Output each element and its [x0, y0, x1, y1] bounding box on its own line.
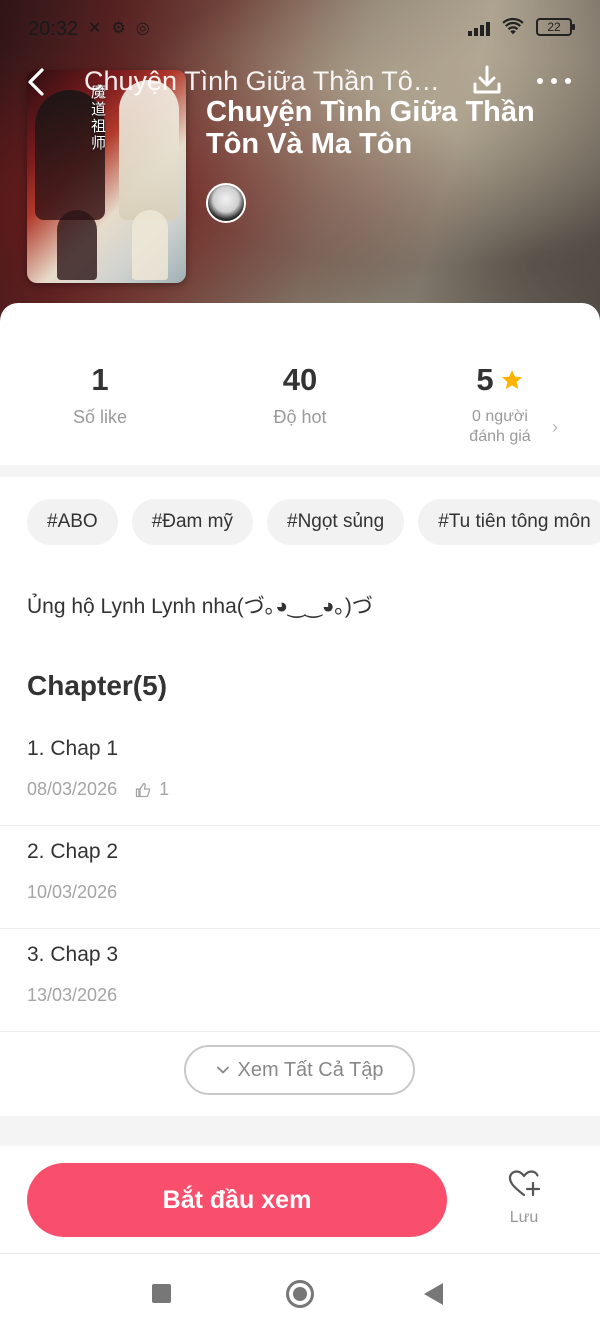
tag-chip[interactable]: #Tu tiên tông môn: [418, 499, 600, 545]
thumbs-up-icon: [135, 782, 151, 797]
save-button[interactable]: Lưu: [492, 1168, 556, 1238]
settings-icon: ⚙: [111, 20, 126, 37]
chevron-right-icon[interactable]: ›: [552, 417, 558, 438]
signal-icon: [468, 18, 490, 36]
see-all-chapters-button[interactable]: Xem Tất Cả Tập: [184, 1045, 415, 1095]
stats-row: 1 Số like 40 Độ hot 5 0 người đánh giá ›: [0, 303, 600, 465]
chapter-row[interactable]: 2. Chap 2 10/03/2026: [0, 826, 600, 929]
chevron-down-icon: [216, 1066, 229, 1074]
star-icon: [501, 370, 522, 389]
chapter-row[interactable]: 1. Chap 1 08/03/2026 1: [0, 723, 600, 826]
hot-value: 40: [282, 362, 318, 397]
tag-chip[interactable]: #Ngọt sủng: [267, 499, 405, 545]
battery-icon: 22: [536, 18, 575, 36]
content-sheet: 1 Số like 40 Độ hot 5 0 người đánh giá ›…: [0, 303, 600, 1333]
tag-list: #ABO #Đam mỹ #Ngọt sủng #Tu tiên tông mô…: [27, 499, 600, 547]
description: Ủng hộ Lynh Lynh nha(づ｡◕‿‿◕｡)づ: [27, 595, 373, 618]
chapter-date: 08/03/2026: [27, 779, 118, 799]
nfc-icon: ◎: [135, 20, 150, 37]
tag-chip[interactable]: #ABO: [27, 499, 118, 545]
see-all-label: Xem Tất Cả Tập: [237, 1058, 384, 1081]
section-divider: [0, 1116, 600, 1146]
home-button[interactable]: [286, 1280, 314, 1308]
likes-label: Số like: [72, 407, 128, 427]
save-label: Lưu: [509, 1209, 539, 1226]
chapter-name: 3. Chap 3: [27, 943, 119, 966]
chapter-likes: 1: [135, 779, 169, 800]
status-right: 22: [468, 18, 575, 36]
start-reading-button[interactable]: Bắt đầu xem: [27, 1163, 447, 1237]
more-dots-icon[interactable]: [534, 62, 574, 100]
chapter-row[interactable]: 3. Chap 3 13/03/2026: [0, 929, 600, 1032]
bottom-action-bar: Bắt đầu xem Lưu: [0, 1146, 600, 1254]
chapter-meta: 10/03/2026: [27, 882, 117, 903]
author-avatar[interactable]: [206, 183, 246, 223]
chapter-meta: 08/03/2026 1: [27, 779, 169, 800]
chapter-list: 1. Chap 1 08/03/2026 1 2. Chap 2 10/03/2…: [0, 723, 600, 1032]
rating-label-line2: đánh giá: [469, 428, 531, 445]
tag-chip[interactable]: #Đam mỹ: [131, 499, 253, 545]
chapter-date: 10/03/2026: [27, 882, 118, 902]
battery-level: 22: [547, 20, 561, 34]
rating-label-line1: 0 người: [472, 408, 528, 425]
chapter-name: 2. Chap 2: [27, 840, 119, 863]
hot-label: Độ hot: [273, 407, 327, 427]
chapter-heading: Chapter(5): [27, 670, 168, 701]
mute-icon: ✕: [88, 20, 102, 37]
top-bar: Chuyện Tình Giữa Thần Tôn Và Ma Tôn: [0, 56, 600, 108]
chapter-meta: 13/03/2026: [27, 985, 117, 1006]
heart-plus-icon: [508, 1170, 541, 1197]
chapter-name: 1. Chap 1: [27, 737, 119, 760]
top-bar-title: Chuyện Tình Giữa Thần Tôn Và Ma Tôn: [84, 66, 444, 96]
section-divider: [0, 465, 600, 477]
rating-value: 5: [476, 362, 494, 397]
chapter-date: 13/03/2026: [27, 985, 118, 1005]
chapter-like-count: 1: [159, 779, 170, 799]
likes-value: 1: [91, 362, 109, 397]
rating-count-label: 0 người đánh giá: [440, 407, 560, 447]
download-icon[interactable]: [470, 62, 504, 100]
status-bar: 20:32 ✕ ⚙ ◎ 22: [0, 0, 600, 56]
system-back-button[interactable]: [424, 1283, 443, 1305]
status-time: 20:32: [28, 18, 79, 40]
system-nav-bar: [0, 1254, 600, 1333]
stat-likes: 1 Số like: [0, 361, 200, 428]
back-arrow-icon[interactable]: [22, 64, 52, 100]
status-notification-icons: ✕ ⚙ ◎: [88, 18, 150, 38]
wifi-icon: [502, 18, 524, 35]
stat-hot: 40 Độ hot: [200, 361, 400, 428]
recents-button[interactable]: [152, 1284, 171, 1303]
stat-rating[interactable]: 5 0 người đánh giá: [440, 361, 560, 447]
